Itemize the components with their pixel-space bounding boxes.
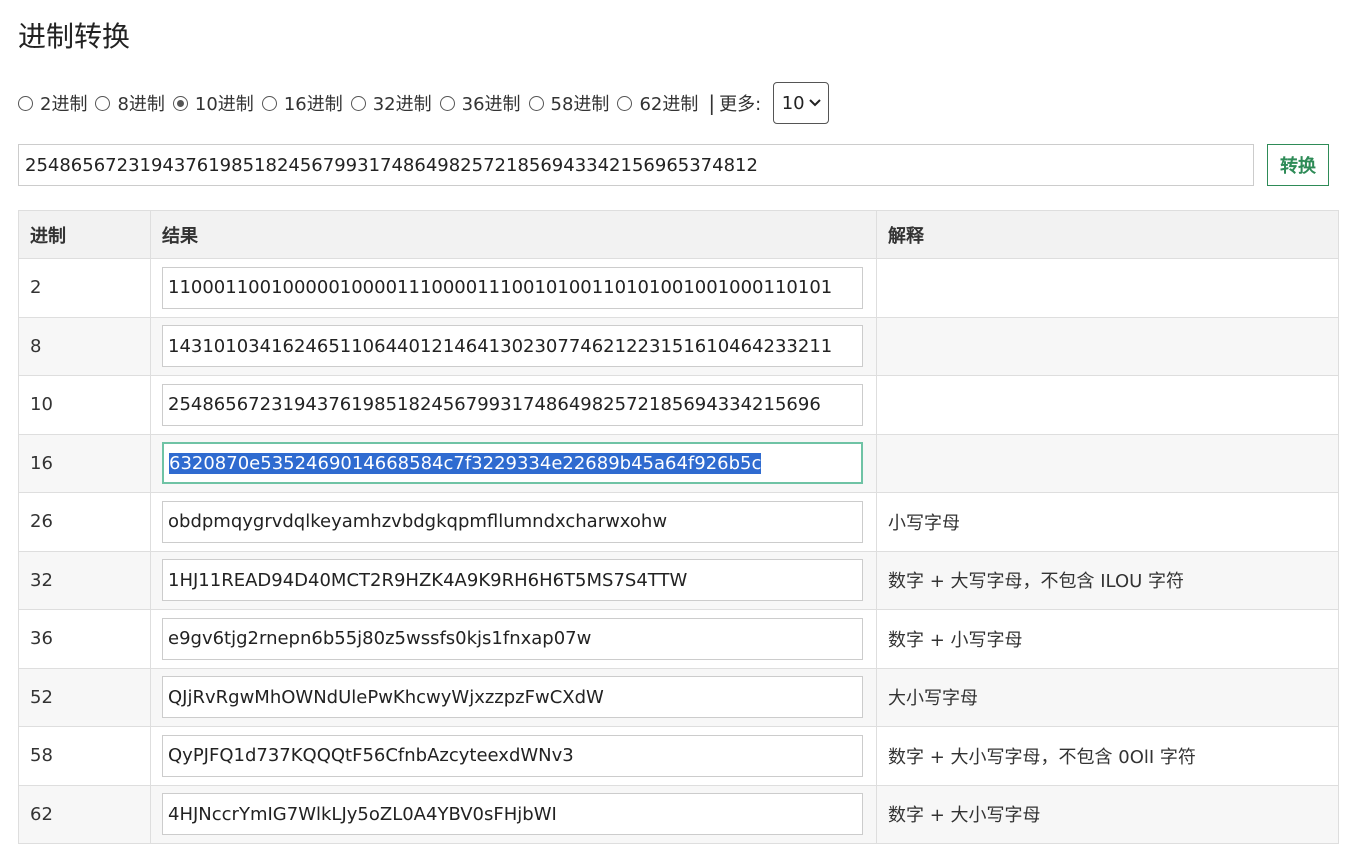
radio-base-16[interactable]: 16进制 (261, 90, 343, 116)
number-input[interactable]: 2548656723194376198518245679931748649825… (18, 144, 1254, 186)
separator: | (708, 91, 716, 115)
more-base-select[interactable]: 10 (773, 82, 830, 124)
row-base: 8 (18, 316, 151, 376)
results-table: 进制 结果 解释 2 11000110010000010000111000011… (18, 210, 1339, 844)
table-row: 16 6320870e5352469014668584c7f3229334e22… (18, 433, 1339, 493)
row-base: 16 (18, 433, 151, 493)
row-result-cell: 1HJ11READ94D40MCT2R9HZK4A9K9RH6H6T5MS7S4… (150, 550, 877, 610)
radio-circle-icon[interactable] (617, 95, 633, 111)
radio-base-2[interactable]: 2进制 (18, 90, 87, 116)
table-row: 2 11000110010000010000111000011100101001… (18, 258, 1339, 318)
table-row: 36 e9gv6tjg2rnepn6b55j80z5wssfs0kjs1fnxa… (18, 609, 1339, 669)
row-result-cell: 1431010341624651106440121464130230774621… (150, 316, 877, 376)
radio-base-32[interactable]: 32进制 (350, 90, 432, 116)
radio-base-8[interactable]: 8进制 (95, 90, 165, 116)
more-label: 更多: (719, 94, 762, 115)
page: 进制转换 2进制 8进制 10进制 16进制 32进制 36进制 58进制 62… (0, 0, 1348, 853)
radio-circle-icon[interactable] (350, 95, 366, 111)
result-field[interactable]: 1100011001000001000011100001110010100110… (162, 266, 863, 309)
row-base: 52 (18, 667, 151, 727)
chevron-down-icon (808, 99, 821, 107)
row-result-cell: QyPJFQ1d737KQQQtF56CfnbAzcyteexdWNv3 (150, 726, 877, 786)
row-explain: 数字 + 大小写字母 (876, 784, 1339, 844)
selected-text: 6320870e5352469014668584c7f3229334e22689… (169, 452, 762, 474)
page-title: 进制转换 (18, 20, 131, 53)
result-field[interactable]: 1431010341624651106440121464130230774621… (162, 325, 863, 368)
result-field[interactable]: QyPJFQ1d737KQQQtF56CfnbAzcyteexdWNv3 (162, 734, 863, 777)
table-row: 62 4HJNccrYmIG7WlkLJy5oZL0A4YBV0sFHjbWI … (18, 784, 1339, 844)
row-base: 62 (18, 784, 151, 844)
row-explain: 小写字母 (876, 492, 1339, 552)
radio-label: 8进制 (117, 94, 165, 115)
result-field[interactable]: 2548656723194376198518245679931748649825… (162, 383, 863, 426)
row-base: 36 (18, 609, 151, 669)
table-row: 8 14310103416246511064401214641302307746… (18, 316, 1339, 376)
radio-base-58[interactable]: 58进制 (528, 90, 610, 116)
header-result: 结果 (150, 210, 877, 259)
radio-checked-icon[interactable] (172, 95, 188, 111)
result-field[interactable]: obdpmqygrvdqlkeyamhzvbdgkqpmfllumndxchar… (162, 500, 863, 543)
row-explain: 数字 + 大写字母，不包含 ILOU 字符 (876, 550, 1339, 610)
convert-button[interactable]: 转换 (1267, 144, 1329, 186)
result-field[interactable]: e9gv6tjg2rnepn6b55j80z5wssfs0kjs1fnxap07… (162, 617, 863, 660)
radio-base-36[interactable]: 36进制 (439, 90, 521, 116)
row-explain (876, 258, 1339, 318)
row-explain (876, 375, 1339, 435)
row-explain: 大小写字母 (876, 667, 1339, 727)
row-base: 58 (18, 726, 151, 786)
radio-label: 16进制 (283, 94, 343, 115)
radio-circle-icon[interactable] (95, 95, 111, 111)
row-result-cell: 6320870e5352469014668584c7f3229334e22689… (150, 433, 877, 493)
header-explain: 解释 (876, 210, 1339, 259)
table-row: 10 2548656723194376198518245679931748649… (18, 375, 1339, 435)
radio-base-62[interactable]: 62进制 (617, 90, 698, 116)
row-result-cell: obdpmqygrvdqlkeyamhzvbdgkqpmfllumndxchar… (150, 492, 877, 552)
radio-circle-icon[interactable] (439, 95, 455, 111)
row-base: 2 (18, 258, 151, 318)
more-base-value: 10 (781, 92, 805, 114)
row-explain (876, 433, 1339, 493)
result-field[interactable]: QJjRvRgwMhOWNdUlePwKhcwyWjxzzpzFwCXdW (162, 676, 863, 719)
table-row: 52 QJjRvRgwMhOWNdUlePwKhcwyWjxzzpzFwCXdW… (18, 667, 1339, 727)
row-base: 10 (18, 375, 151, 435)
row-result-cell: e9gv6tjg2rnepn6b55j80z5wssfs0kjs1fnxap07… (150, 609, 877, 669)
row-result-cell: 2548656723194376198518245679931748649825… (150, 375, 877, 435)
table-row: 58 QyPJFQ1d737KQQQtF56CfnbAzcyteexdWNv3 … (18, 726, 1339, 786)
radio-label: 62进制 (639, 94, 699, 115)
result-field[interactable]: 1HJ11READ94D40MCT2R9HZK4A9K9RH6H6T5MS7S4… (162, 559, 863, 602)
radio-circle-icon[interactable] (261, 95, 277, 111)
row-explain (876, 316, 1339, 376)
radio-label: 58进制 (550, 94, 610, 115)
table-row: 26 obdpmqygrvdqlkeyamhzvbdgkqpmfllumndxc… (18, 492, 1339, 552)
table-header-row: 进制 结果 解释 (18, 210, 1339, 259)
radio-circle-icon[interactable] (528, 95, 544, 111)
base-radio-group: 2进制 8进制 10进制 16进制 32进制 36进制 58进制 62进制 | … (18, 82, 830, 124)
radio-label: 10进制 (194, 94, 254, 115)
row-result-cell: QJjRvRgwMhOWNdUlePwKhcwyWjxzzpzFwCXdW (150, 667, 877, 727)
row-base: 32 (18, 550, 151, 610)
table-row: 32 1HJ11READ94D40MCT2R9HZK4A9K9RH6H6T5MS… (18, 550, 1339, 610)
row-result-cell: 1100011001000001000011100001110010100110… (150, 258, 877, 318)
row-explain: 数字 + 小写字母 (876, 609, 1339, 669)
radio-label: 2进制 (40, 94, 88, 115)
header-base: 进制 (18, 210, 151, 259)
result-field[interactable]: 4HJNccrYmIG7WlkLJy5oZL0A4YBV0sFHjbWI (162, 793, 863, 836)
radio-base-10[interactable]: 10进制 (172, 90, 254, 116)
radio-label: 36进制 (461, 94, 521, 115)
row-explain: 数字 + 大小写字母，不包含 0OlI 字符 (876, 726, 1339, 786)
radio-circle-icon[interactable] (18, 95, 33, 111)
radio-label: 32进制 (372, 94, 432, 115)
row-base: 26 (18, 492, 151, 552)
row-result-cell: 4HJNccrYmIG7WlkLJy5oZL0A4YBV0sFHjbWI (150, 784, 877, 844)
result-field-focused[interactable]: 6320870e5352469014668584c7f3229334e22689… (162, 442, 863, 485)
